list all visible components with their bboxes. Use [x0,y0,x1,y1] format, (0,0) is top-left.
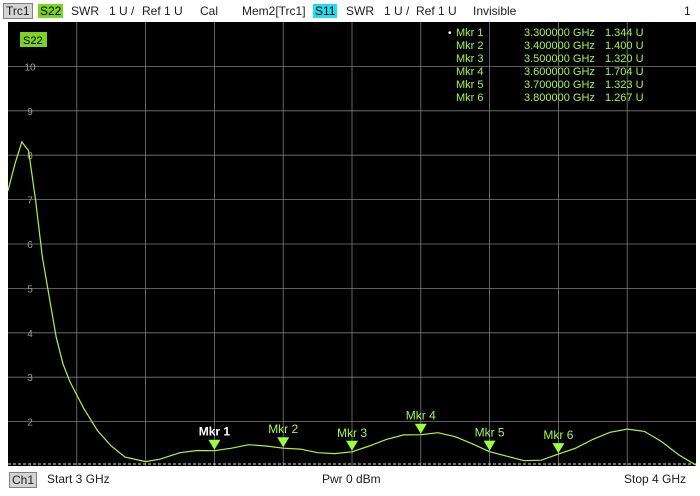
trace1-cal[interactable]: Cal [200,4,218,18]
channel-label[interactable]: Ch1 [9,472,38,488]
marker-triangle [277,437,290,448]
diagram-area[interactable]: 12345678910 Mkr 1Mkr 2Mkr 3Mkr 4Mkr 5Mkr… [8,22,696,466]
marker-label: Mkr 5 [475,426,505,440]
marker-table-frequency: 3.700000 GHz [524,79,595,91]
marker-table-value: 1.323 U [605,79,644,91]
marker-table-value: 1.704 U [605,66,644,78]
marker-table-name: Mkr 5 [456,79,484,91]
marker-triangle [414,423,427,434]
marker-table-name: Mkr 1 [456,27,484,39]
y-tick-label: 9 [27,107,33,118]
trace1-format[interactable]: SWR [71,4,99,18]
trace-header-bar: Trc1 S22 SWR 1 U / Ref 1 U Cal Mem2[Trc1… [0,0,700,22]
y-tick-label: 2 [27,418,33,429]
y-tick-label: 1 [27,462,33,466]
source-power[interactable]: Pwr 0 dBm [322,472,381,486]
swr-chart[interactable]: 12345678910 Mkr 1Mkr 2Mkr 3Mkr 4Mkr 5Mkr… [8,22,696,466]
y-tick-label: 4 [27,329,33,340]
marker-table-name: Mkr 2 [456,40,484,52]
trace2-format[interactable]: SWR [346,4,374,18]
marker-label: Mkr 1 [199,425,231,439]
trace2-name[interactable]: Mem2[Trc1] [242,4,306,18]
marker-label: Mkr 2 [268,422,298,436]
marker-table-frequency: 3.300000 GHz [524,27,595,39]
marker-table-frequency: 3.500000 GHz [524,53,595,65]
marker-table-name: Mkr 4 [456,66,484,78]
marker-table-value: 1.320 U [605,53,644,65]
start-frequency[interactable]: Start 3 GHz [47,472,110,486]
marker-triangle [208,439,221,450]
trace1-ref[interactable]: Ref 1 U [142,4,183,18]
trace1-param[interactable]: S22 [38,4,64,18]
trace-label: S22 [23,35,43,47]
trace2-param[interactable]: S11 [313,4,338,18]
marker-table-frequency: 3.600000 GHz [524,66,595,78]
marker-table-value: 1.267 U [605,92,644,104]
marker-triangle [346,440,358,451]
y-tick-label: 5 [27,284,33,295]
marker-label: Mkr 3 [337,426,367,440]
marker-table-name: Mkr 6 [456,92,484,104]
active-marker-indicator: • [448,28,452,39]
y-tick-label: 10 [24,62,36,73]
marker-triangle [552,443,565,454]
window-number: 1 [684,4,691,18]
marker-table-name: Mkr 3 [456,53,484,65]
channel-footer: Ch1 Start 3 GHz Pwr 0 dBm Stop 4 GHz [0,468,700,496]
trace2-scale[interactable]: 1 U / [384,4,409,18]
y-tick-labels: 12345678910 [24,62,36,466]
trace2-state[interactable]: Invisible [473,4,516,18]
trace2-ref[interactable]: Ref 1 U [416,4,457,18]
marker-table-value: 1.400 U [605,40,644,52]
trace1-name[interactable]: Trc1 [3,3,33,19]
marker-table-frequency: 3.400000 GHz [524,40,595,52]
y-tick-label: 6 [27,240,33,251]
marker-table-value: 1.344 U [605,27,644,39]
marker-info-table: • Mkr 1 3.300000 GHz 1.344 U Mkr 2 3.400000 G… [448,27,644,104]
y-tick-label: 7 [27,196,33,207]
marker-label: Mkr 4 [406,409,436,423]
markers: Mkr 1 Mkr 2 Mkr 3 Mkr 4 Mkr 5 Mkr 6 [199,409,574,454]
trace1-scale[interactable]: 1 U / [109,4,134,18]
marker-label: Mkr 6 [543,428,573,442]
stop-frequency[interactable]: Stop 4 GHz [624,472,686,486]
y-tick-label: 3 [27,373,33,384]
marker-table-frequency: 3.800000 GHz [524,92,595,104]
